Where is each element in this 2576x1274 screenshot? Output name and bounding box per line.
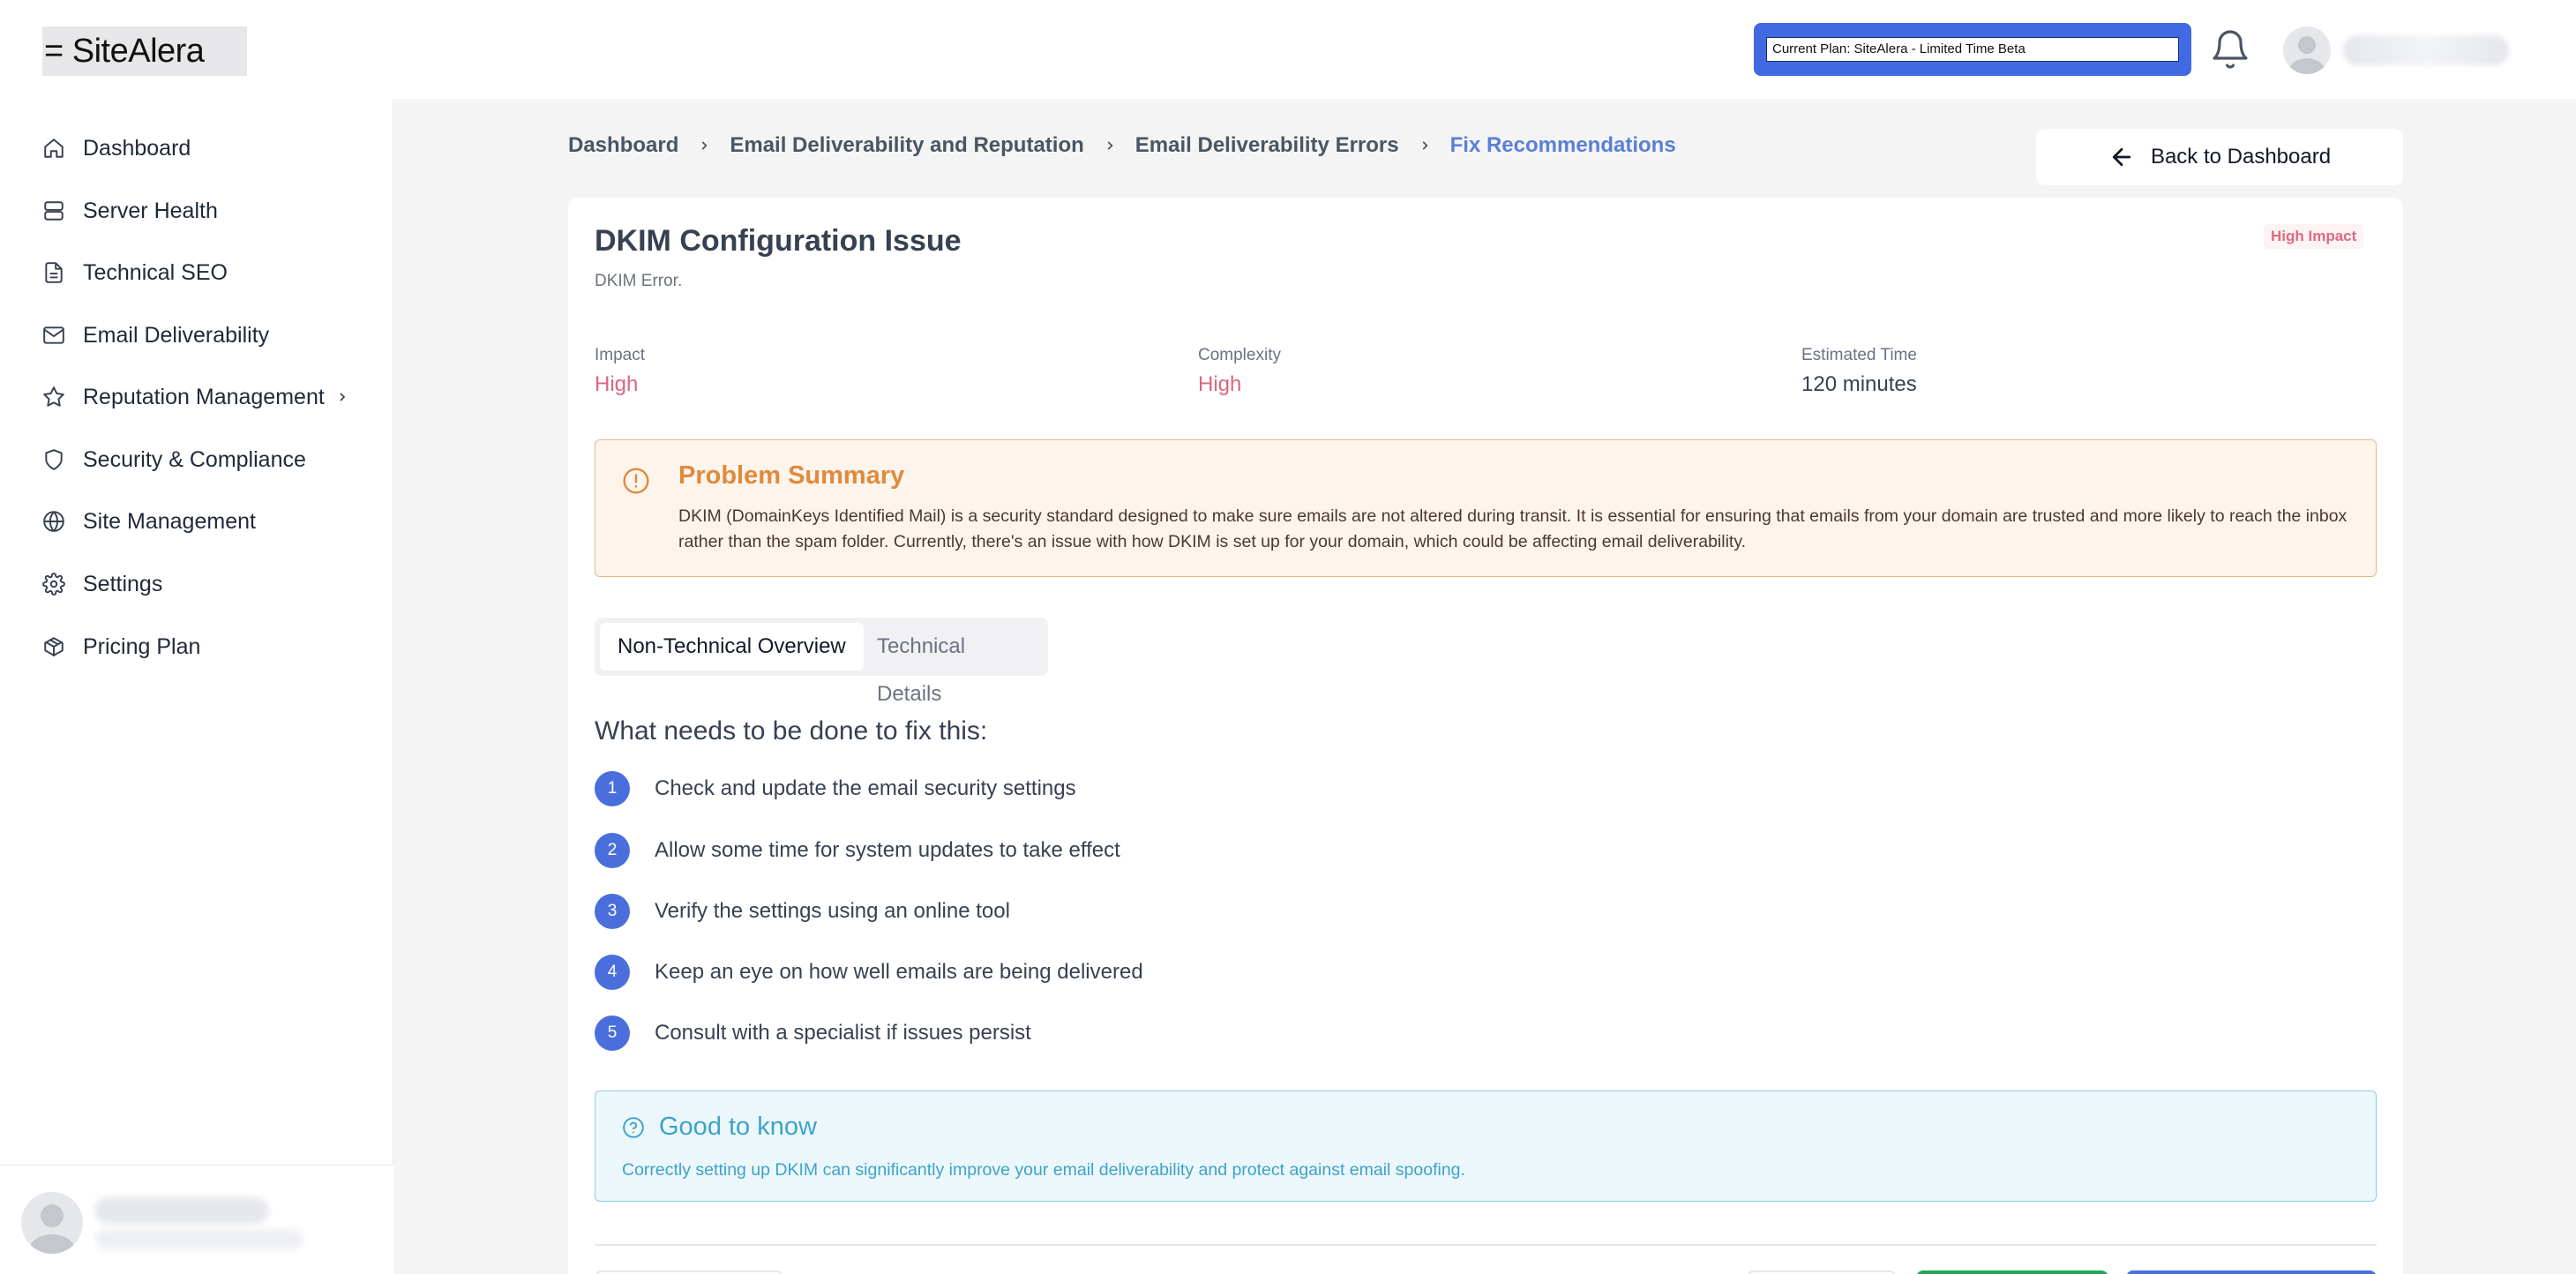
sidebar-item-label: Email Deliverability — [83, 322, 270, 348]
complexity-value: High — [1198, 372, 1242, 396]
step-text: Consult with a specialist if issues pers… — [655, 1021, 1031, 1045]
step-number: 1 — [595, 771, 630, 806]
step-number: 3 — [595, 894, 630, 929]
good-to-know-panel: Good to know Correctly setting up DKIM c… — [595, 1090, 2377, 1202]
step-text: Allow some time for system updates to ta… — [655, 838, 1120, 862]
package-icon — [44, 637, 64, 656]
breadcrumb-fix-recommendations: Fix Recommendations — [1449, 133, 1676, 157]
impact-value: High — [595, 372, 639, 396]
fix-steps-title: What needs to be done to fix this: — [595, 716, 988, 746]
chevron-right-icon — [701, 141, 708, 150]
issue-subtitle: DKIM Error. — [595, 272, 683, 290]
footer-button-secondary[interactable] — [1747, 1270, 1897, 1274]
sidebar-item-settings[interactable]: Settings — [42, 566, 162, 602]
problem-summary-title: Problem Summary — [678, 461, 905, 490]
gear-icon — [42, 573, 65, 596]
step-text: Check and update the email security sett… — [655, 776, 1076, 800]
mail-icon — [43, 326, 64, 344]
back-to-dashboard-button[interactable]: Back to Dashboard — [2036, 129, 2403, 185]
tab-technical-details[interactable]: Technical Details — [859, 623, 1048, 706]
sidebar-user-avatar — [21, 1192, 83, 1254]
user-name-redacted — [2343, 35, 2509, 65]
fix-step: 5 Consult with a specialist if issues pe… — [595, 1015, 1031, 1051]
sidebar-item-label: Dashboard — [83, 135, 191, 161]
top-header: = SiteAlera Current Plan: SiteAlera - Li… — [0, 0, 2576, 99]
fix-step: 1 Check and update the email security se… — [595, 771, 1076, 806]
chevron-right-icon — [1107, 141, 1113, 150]
tab-non-technical-overview[interactable]: Non-Technical Overview — [600, 623, 864, 671]
fix-step: 2 Allow some time for system updates to … — [595, 833, 1120, 868]
back-button-label: Back to Dashboard — [2150, 145, 2332, 169]
bell-icon[interactable] — [2209, 28, 2251, 71]
step-number: 4 — [595, 955, 630, 990]
fix-step: 3 Verify the settings using an online to… — [595, 894, 1010, 929]
sidebar-item-pricing-plan[interactable]: Pricing Plan — [42, 629, 200, 664]
estimated-time-label: Estimated Time — [1801, 346, 1917, 364]
issue-card: DKIM Configuration Issue DKIM Error. Hig… — [568, 198, 2403, 1274]
breadcrumb-email-deliverability-errors[interactable]: Email Deliverability Errors — [1135, 133, 1399, 158]
step-number: 5 — [595, 1015, 630, 1051]
step-text: Verify the settings using an online tool — [655, 899, 1010, 923]
footer-button-success[interactable] — [1916, 1270, 2108, 1274]
app-logo[interactable]: = SiteAlera — [42, 26, 247, 76]
shield-icon — [45, 449, 63, 470]
sidebar-item-dashboard[interactable]: Dashboard — [42, 131, 191, 166]
current-plan-label: Current Plan: SiteAlera - Limited Time B… — [1766, 37, 2179, 62]
footer-divider — [595, 1244, 2377, 1246]
sidebar-item-email-deliverability[interactable]: Email Deliverability — [42, 318, 269, 353]
problem-summary-text: DKIM (DomainKeys Identified Mail) is a s… — [678, 506, 2348, 551]
breadcrumb-email-deliverability-reputation[interactable]: Email Deliverability and Reputation — [730, 133, 1083, 158]
sidebar-item-label: Pricing Plan — [83, 633, 201, 659]
sidebar-item-site-management[interactable]: Site Management — [42, 504, 256, 539]
step-text: Keep an eye on how well emails are being… — [655, 960, 1143, 984]
sidebar-item-security-compliance[interactable]: Security & Compliance — [42, 442, 306, 477]
user-avatar[interactable] — [2283, 26, 2331, 74]
globe-icon — [43, 511, 64, 532]
estimated-time-value: 120 minutes — [1801, 372, 1917, 396]
sidebar-item-label: Site Management — [83, 508, 256, 534]
breadcrumb: Dashboard Email Deliverability and Reput… — [568, 131, 1676, 161]
sidebar-item-label: Reputation Management — [83, 384, 325, 409]
chevron-right-icon — [340, 393, 345, 401]
server-icon — [44, 201, 64, 221]
sidebar-item-server-health[interactable]: Server Health — [42, 193, 218, 229]
issue-title: DKIM Configuration Issue — [595, 224, 962, 258]
fix-step: 4 Keep an eye on how well emails are bei… — [595, 955, 1143, 990]
impact-badge: High Impact — [2264, 224, 2364, 249]
alert-circle-icon — [623, 468, 649, 494]
document-icon — [45, 262, 63, 283]
breadcrumb-dashboard[interactable]: Dashboard — [568, 133, 678, 158]
sidebar-user-panel[interactable] — [0, 1165, 393, 1274]
sidebar-item-label: Security & Compliance — [83, 446, 306, 472]
complexity-label: Complexity — [1198, 346, 1281, 364]
sidebar-item-label: Technical SEO — [83, 259, 228, 285]
sidebar-item-reputation-management[interactable]: Reputation Management — [42, 379, 349, 415]
sidebar-item-label: Server Health — [83, 198, 218, 223]
home-icon — [44, 139, 64, 158]
footer-button-primary[interactable] — [2126, 1270, 2377, 1274]
sidebar-user-name-redacted — [95, 1197, 268, 1224]
current-plan-banner[interactable]: Current Plan: SiteAlera - Limited Time B… — [1754, 23, 2191, 76]
problem-summary-panel: Problem Summary DKIM (DomainKeys Identif… — [595, 439, 2377, 577]
arrow-left-icon — [2112, 147, 2131, 167]
chevron-right-icon — [1422, 141, 1428, 150]
footer-button-left[interactable] — [595, 1270, 783, 1274]
sidebar-item-technical-seo[interactable]: Technical SEO — [42, 255, 228, 290]
step-number: 2 — [595, 833, 630, 868]
help-circle-icon — [623, 1117, 644, 1138]
sidebar-user-email-redacted — [95, 1229, 303, 1250]
good-to-know-title: Good to know — [659, 1113, 817, 1141]
overview-tabs: Non-Technical Overview Technical Details — [595, 618, 1048, 706]
star-icon — [43, 386, 64, 407]
sidebar-item-label: Settings — [83, 571, 163, 596]
impact-label: Impact — [595, 346, 646, 364]
sidebar: Dashboard Server Health Technical SEO Em… — [0, 99, 393, 1274]
good-to-know-text: Correctly setting up DKIM can significan… — [622, 1160, 1465, 1180]
